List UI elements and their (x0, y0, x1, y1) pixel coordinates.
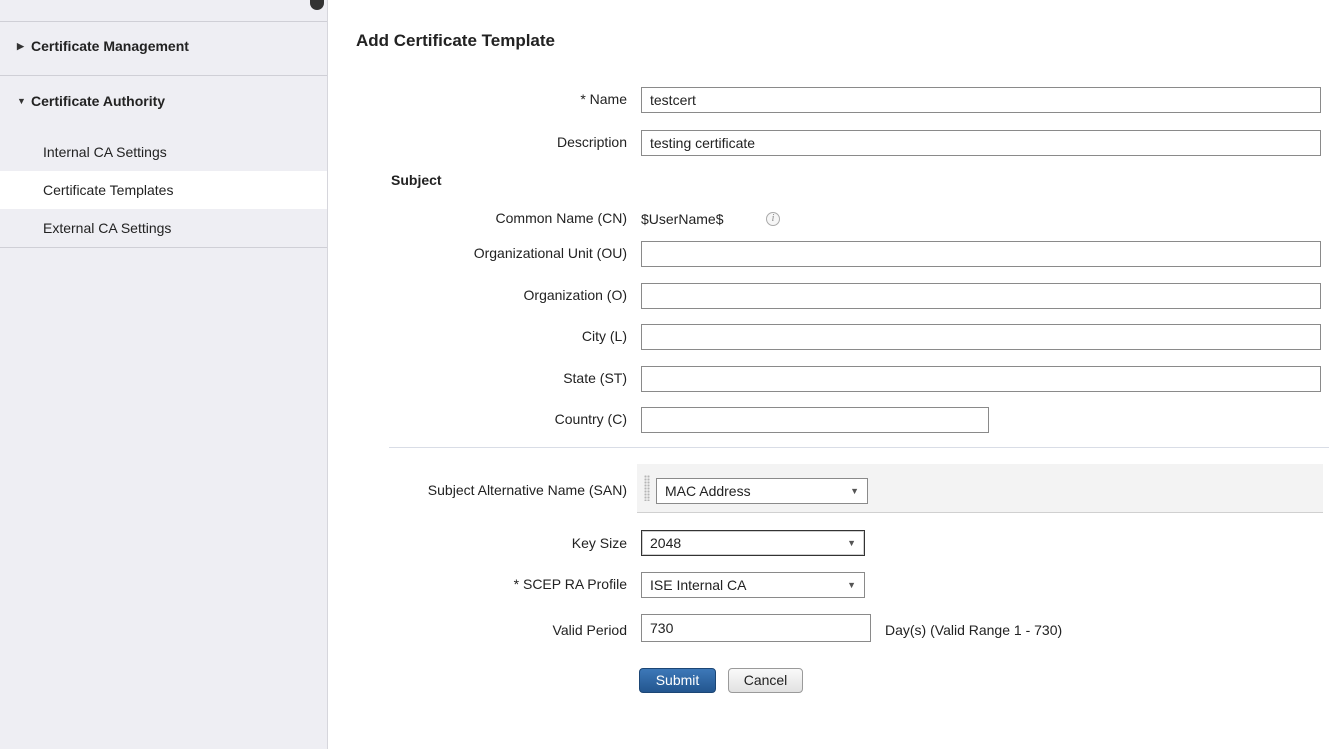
sidebar-item-internal-ca-settings[interactable]: Internal CA Settings (0, 133, 327, 171)
sidebar-item-label: Certificate Templates (43, 182, 174, 198)
sidebar-item-label: Internal CA Settings (43, 144, 167, 160)
section-divider (389, 447, 1329, 448)
scroll-nub[interactable] (310, 0, 324, 10)
page-title: Add Certificate Template (356, 31, 556, 50)
sidebar: ▶ Certificate Management ▼ Certificate A… (0, 0, 328, 749)
name-field[interactable] (641, 87, 1321, 113)
sidebar-group-label: Certificate Authority (31, 93, 166, 109)
san-select-value: MAC Address (665, 483, 751, 499)
sidebar-item-label: External CA Settings (43, 220, 172, 236)
key-size-label: Key Size (571, 535, 627, 551)
sidebar-group-certificate-authority[interactable]: ▼ Certificate Authority (0, 76, 327, 126)
info-icon[interactable]: i (766, 212, 780, 226)
drag-handle-icon[interactable] (644, 475, 650, 501)
triangle-right-icon: ▶ (17, 40, 24, 51)
valid-period-helper: Day(s) (Valid Range 1 - 730) (885, 622, 1063, 638)
chevron-down-icon: ▼ (850, 486, 859, 496)
scep-label: * SCEP RA Profile (513, 576, 627, 592)
sidebar-group-label: Certificate Management (31, 38, 189, 54)
valid-period-label: Valid Period (552, 622, 627, 638)
chevron-down-icon: ▼ (847, 580, 856, 590)
san-select[interactable]: MAC Address ▼ (656, 478, 868, 504)
scep-select[interactable]: ISE Internal CA ▼ (641, 572, 865, 598)
description-field[interactable] (641, 130, 1321, 156)
ou-field[interactable] (641, 241, 1321, 267)
sidebar-divider (0, 247, 327, 248)
state-field[interactable] (641, 366, 1321, 392)
common-name-value: $UserName$ (641, 211, 724, 227)
name-label: * Name (580, 91, 627, 107)
scep-select-value: ISE Internal CA (650, 577, 747, 593)
state-label: State (ST) (563, 370, 627, 386)
country-label: Country (C) (554, 411, 627, 427)
sidebar-item-certificate-templates[interactable]: Certificate Templates (0, 171, 327, 209)
org-label: Organization (O) (523, 287, 627, 303)
triangle-down-icon: ▼ (17, 96, 26, 106)
city-field[interactable] (641, 324, 1321, 350)
ou-label: Organizational Unit (OU) (473, 245, 627, 261)
subject-heading: Subject (391, 172, 442, 188)
city-label: City (L) (581, 328, 627, 344)
valid-period-field[interactable] (641, 614, 871, 642)
org-field[interactable] (641, 283, 1321, 309)
cancel-button[interactable]: Cancel (728, 668, 803, 693)
description-label: Description (556, 134, 627, 150)
key-size-select-value: 2048 (650, 535, 682, 551)
country-field[interactable] (641, 407, 989, 433)
common-name-label: Common Name (CN) (495, 210, 627, 226)
submit-button[interactable]: Submit (639, 668, 716, 693)
chevron-down-icon: ▼ (847, 538, 856, 548)
sidebar-item-external-ca-settings[interactable]: External CA Settings (0, 209, 327, 247)
key-size-select[interactable]: 2048 ▼ (641, 530, 865, 556)
san-label: Subject Alternative Name (SAN) (427, 482, 627, 498)
sidebar-group-certificate-management[interactable]: ▶ Certificate Management (0, 21, 327, 71)
